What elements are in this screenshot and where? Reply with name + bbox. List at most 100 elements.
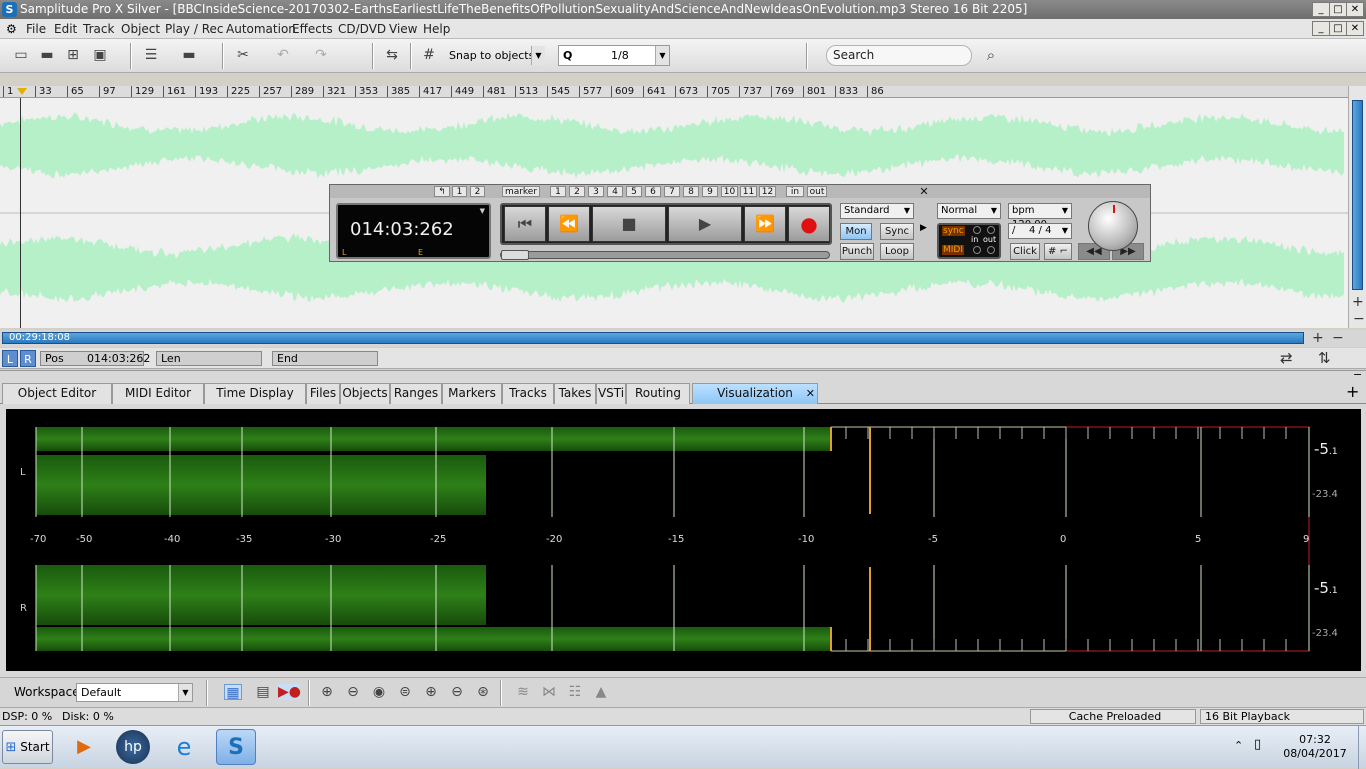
loop-button[interactable]: Loop	[880, 243, 914, 260]
new-file-icon[interactable]: ▭	[12, 47, 30, 63]
media-player-icon[interactable]: ▶	[64, 729, 104, 765]
workspace-dropdown[interactable]: Default ▼	[76, 683, 193, 702]
hp-icon[interactable]: hp	[116, 730, 150, 764]
left-channel-button[interactable]: L	[2, 350, 18, 367]
minimize-panel-icon[interactable]: −	[1353, 368, 1362, 381]
spectrum-icon[interactable]: ▲	[592, 684, 610, 700]
cut-icon[interactable]: ✂	[234, 47, 252, 63]
equalizer-icon[interactable]: ☷	[566, 684, 584, 700]
battery-icon[interactable]: ▯	[1254, 737, 1261, 752]
show-hidden-icons-icon[interactable]: ⌃	[1234, 739, 1243, 752]
minimize-button[interactable]: _	[1312, 2, 1330, 17]
marker-button-3[interactable]: 3	[588, 186, 604, 197]
zoom-all-icon[interactable]: ⊛	[474, 684, 492, 700]
play-mode-dropdown[interactable]: Normal ▼	[937, 203, 1001, 219]
play-icon[interactable]: ▶	[668, 206, 742, 242]
mixer-icon[interactable]: ☰	[142, 47, 160, 63]
sync-button[interactable]: Sync	[880, 223, 914, 240]
add-tab-icon[interactable]: +	[1346, 382, 1359, 401]
mon-button[interactable]: Mon	[840, 223, 872, 240]
top-marker-1[interactable]: 1	[452, 186, 467, 197]
vertical-scroll-thumb[interactable]	[1352, 100, 1363, 290]
close-icon[interactable]: ✕	[918, 186, 930, 197]
bpm-field[interactable]: bpm 120.00 ▼	[1008, 203, 1072, 230]
zoom-out-icon[interactable]: ⊖	[448, 684, 466, 700]
vertical-scrollbar[interactable]: + −	[1348, 86, 1366, 328]
loop-icon[interactable]: ⇆	[383, 47, 401, 63]
marker-button-5[interactable]: 5	[626, 186, 642, 197]
horizontal-scroll-thumb[interactable]: 00:29:18:08	[2, 332, 1304, 344]
tab-routing[interactable]: Routing	[626, 383, 690, 404]
zoom-in-icon[interactable]: +	[1352, 294, 1364, 310]
tab-objects[interactable]: Objects	[340, 383, 390, 404]
playhead-marker-icon[interactable]	[17, 88, 27, 95]
in-button[interactable]: in	[786, 186, 804, 197]
end-field[interactable]: End	[272, 351, 378, 366]
close-tab-icon[interactable]: ✕	[806, 384, 815, 403]
metronome-settings-button[interactable]: # ⌐	[1044, 243, 1072, 260]
marker-button-12[interactable]: 12	[759, 186, 776, 197]
right-channel-button[interactable]: R	[20, 350, 36, 367]
doc-close-button[interactable]: ✕	[1346, 21, 1364, 36]
layout-icon[interactable]: ▦	[224, 684, 242, 701]
tab-vsti[interactable]: VSTi	[596, 383, 626, 404]
splitter[interactable]: −	[0, 368, 1366, 382]
menu-file[interactable]: File	[26, 22, 46, 36]
tab-midi-editor[interactable]: MIDI Editor	[112, 383, 204, 404]
marker-button-6[interactable]: 6	[645, 186, 661, 197]
snap-dropdown[interactable]: Snap to objects ▼	[444, 45, 546, 66]
tab-takes[interactable]: Takes	[554, 383, 596, 404]
swap-vertical-icon[interactable]: ⇅	[1318, 349, 1331, 367]
menu-help[interactable]: Help	[423, 22, 450, 36]
system-clock[interactable]: 07:32 08/04/2017	[1275, 733, 1355, 761]
playhead[interactable]	[20, 98, 21, 328]
menu-play-rec[interactable]: Play / Rec	[165, 22, 223, 36]
menu-track[interactable]: Track	[83, 22, 114, 36]
crossfade-icon[interactable]: ⋈	[540, 684, 558, 700]
out-button[interactable]: out	[807, 186, 827, 197]
open-folder-icon[interactable]: ▬	[38, 47, 56, 63]
close-button[interactable]: ✕	[1346, 2, 1364, 17]
record-layout-icon[interactable]: ▶●	[278, 684, 301, 700]
undo-icon[interactable]: ↶	[274, 47, 292, 63]
search-icon[interactable]: ⌕	[982, 47, 1000, 63]
mode-dropdown[interactable]: Standard ▼	[840, 203, 914, 219]
marker-button-1[interactable]: 1	[550, 186, 566, 197]
search-input[interactable]: Search	[826, 45, 972, 66]
zoom-fit-icon[interactable]: ⊕	[318, 684, 336, 700]
pos-field[interactable]: Pos 014:03:262	[40, 351, 150, 366]
marker-button-10[interactable]: 10	[721, 186, 738, 197]
jog-wheel-knob[interactable]	[1088, 201, 1138, 251]
menu-view[interactable]: View	[389, 22, 417, 36]
fader-icon[interactable]: ▬	[180, 47, 198, 63]
tab-object-editor[interactable]: Object Editor	[2, 383, 112, 404]
marker-button-9[interactable]: 9	[702, 186, 718, 197]
doc-restore-button[interactable]: □	[1329, 21, 1347, 36]
zoom-horizontal-icon[interactable]: ⊜	[396, 684, 414, 700]
save-icon[interactable]: ▣	[91, 47, 109, 63]
marker-label[interactable]: marker	[502, 186, 540, 197]
go-to-start-icon[interactable]: ⏮	[504, 206, 546, 242]
fast-forward-icon[interactable]: ⏩	[744, 206, 786, 242]
redo-icon[interactable]: ↷	[312, 47, 330, 63]
expand-arrow-icon[interactable]: ▶	[920, 223, 927, 233]
slider-thumb[interactable]	[501, 250, 529, 260]
stop-icon[interactable]: ■	[592, 206, 666, 242]
chevron-down-icon[interactable]: ▼	[480, 207, 485, 215]
menu-edit[interactable]: Edit	[54, 22, 77, 36]
tab-ranges[interactable]: Ranges	[390, 383, 442, 404]
show-desktop-button[interactable]	[1358, 726, 1366, 769]
grid-layout-icon[interactable]: ▤	[254, 684, 272, 700]
tab-time-display[interactable]: Time Display	[204, 383, 306, 404]
click-button[interactable]: Click	[1010, 243, 1040, 260]
hzoom-in-icon[interactable]: +	[1312, 330, 1324, 346]
tab-tracks[interactable]: Tracks	[502, 383, 554, 404]
eye-icon[interactable]: ◉	[370, 684, 388, 700]
menu-automation[interactable]: Automation	[226, 22, 296, 36]
samplitude-taskbar-icon[interactable]: S	[216, 729, 256, 765]
menu-effects[interactable]: Effects	[292, 22, 333, 36]
start-button[interactable]: ⊞ Start	[2, 730, 53, 764]
marker-button-4[interactable]: 4	[607, 186, 623, 197]
quantize-dropdown[interactable]: Q 1/8 ▼	[558, 45, 670, 66]
transport-slider[interactable]	[500, 250, 830, 260]
